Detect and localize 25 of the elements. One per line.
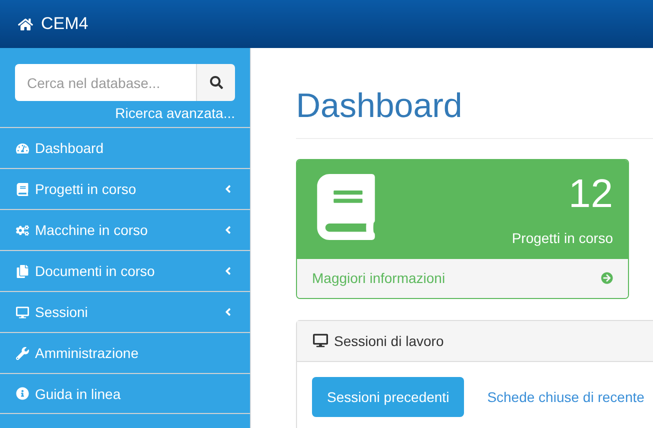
more-info-link[interactable]: Maggiori informazioni (297, 258, 628, 298)
info-icon (16, 387, 29, 400)
monitor-icon (313, 333, 328, 348)
recent-tabs-link[interactable]: Schede chiuse di recente (472, 376, 653, 417)
sidebar-item[interactable]: Progetti in corso (0, 168, 250, 209)
monitor-icon (16, 306, 29, 318)
advanced-search-link[interactable]: Ricerca avanzata... (115, 105, 235, 127)
search-field[interactable]: Cerca nel database... (15, 64, 196, 101)
arrow-right-icon (601, 272, 613, 284)
book-icon (16, 182, 29, 196)
search-icon (210, 76, 222, 89)
documents-icon (16, 264, 29, 278)
stat-value: 12 (568, 174, 613, 214)
app-title[interactable]: CEM4 (41, 14, 88, 34)
wrench-icon (16, 346, 29, 360)
sidebar-item[interactable]: Documenti in corso (0, 250, 250, 291)
previous-sessions-button[interactable]: Sessioni precedenti (312, 376, 464, 417)
gears-icon (16, 224, 29, 236)
page-title: Dashboard (296, 86, 464, 127)
dashboard-icon (16, 142, 29, 154)
home-icon[interactable] (18, 16, 33, 32)
search-button[interactable] (196, 64, 235, 101)
stat-label: Progetti in corso (512, 230, 613, 246)
sidebar-item[interactable]: Guida in linea (0, 373, 250, 414)
panel-title: Sessioni di lavoro (334, 332, 444, 349)
